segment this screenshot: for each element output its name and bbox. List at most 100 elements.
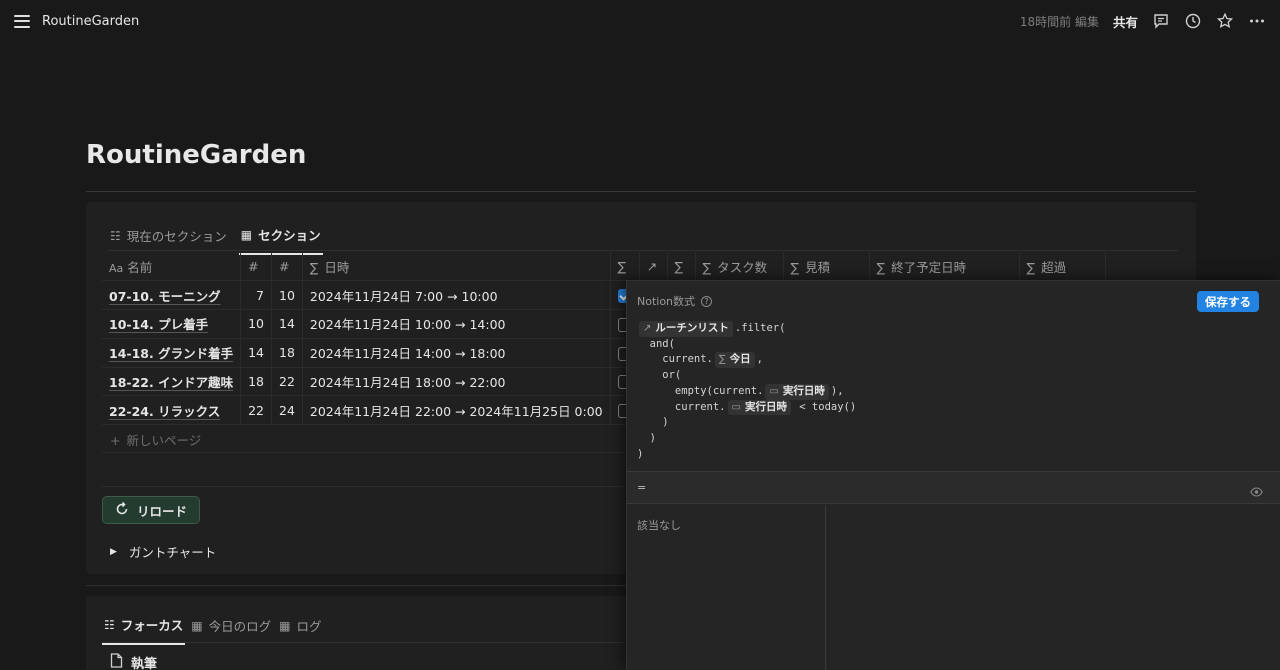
eye-icon[interactable] <box>1250 482 1263 501</box>
code-text: current. <box>637 400 726 413</box>
list-icon: ☷ <box>104 617 115 632</box>
row-name[interactable]: 10-14. プレ着手 <box>102 309 242 339</box>
tab-label: フォーカス <box>120 618 184 633</box>
row-name[interactable]: 14-18. グランド着手 <box>102 338 242 368</box>
row-start[interactable]: 18 <box>240 367 272 397</box>
code-line: ) <box>637 447 644 460</box>
edited-timestamp[interactable]: 18時間前 編集 <box>1020 13 1099 30</box>
code-line: and( <box>637 337 675 350</box>
document-icon <box>110 653 123 670</box>
calendar-icon: ▭ <box>769 385 779 397</box>
favorite-star-icon[interactable] <box>1216 12 1234 30</box>
relation-arrow-icon: ↗ <box>643 323 652 334</box>
formula-code-editor[interactable]: ↗ ルーチンリスト .filter( and( current. ∑ 今日, or( e… <box>637 321 856 462</box>
plus-icon: + <box>110 433 121 448</box>
col-label: 見積 <box>805 259 831 275</box>
code-line: current. ∑ 今日, <box>637 352 856 369</box>
col-header-over[interactable]: ∑ 超過 <box>1019 252 1106 282</box>
row-end[interactable]: 22 <box>271 367 303 397</box>
equals-sign: = <box>637 481 647 494</box>
title-divider <box>86 191 1196 192</box>
row-start[interactable]: 22 <box>240 395 272 426</box>
col-header-sigma[interactable]: ∑ <box>610 252 640 282</box>
col-header-tasks[interactable]: ∑ タスク数 <box>695 252 784 282</box>
more-options-icon[interactable] <box>1248 12 1266 30</box>
row-name[interactable]: 18-22. インドア趣味 <box>102 367 242 397</box>
comment-icon[interactable] <box>1152 12 1170 30</box>
formula-icon: ∑ <box>790 259 800 275</box>
formula-icon: ∑ <box>1026 259 1036 275</box>
formula-sigma-icon: ∑ <box>718 354 726 366</box>
col-label: 超過 <box>1041 259 1067 275</box>
row-end[interactable]: 10 <box>271 280 303 311</box>
formula-header: Notion数式 ? <box>637 293 713 309</box>
row-datetime[interactable]: 2024年11月24日 7:00 → 10:00 <box>302 280 611 311</box>
no-results-text: 該当なし <box>637 519 681 532</box>
code-line: ) <box>637 416 669 429</box>
col-header-sigma-2[interactable]: ∑ <box>667 252 696 282</box>
row-datetime[interactable]: 2024年11月24日 14:00 → 18:00 <box>302 338 611 368</box>
list-item-label: 執筆 <box>131 657 158 670</box>
list-item[interactable]: 執筆 <box>110 653 157 670</box>
tab-today-log[interactable]: ▦ 今日のログ <box>189 612 273 645</box>
row-name[interactable]: 07-10. モーニング <box>102 280 242 311</box>
code-line: current. ▭ 実行日時 < today() <box>637 399 857 416</box>
col-label: 日時 <box>324 259 350 275</box>
gantt-toggle[interactable]: ▶ ガントチャート <box>110 542 216 561</box>
row-start[interactable]: 14 <box>240 338 272 368</box>
code-text: .filter( <box>734 322 786 334</box>
code-line: ) <box>637 431 656 444</box>
code-text: , <box>756 353 763 366</box>
col-header-end[interactable]: # <box>271 252 303 282</box>
col-header-end-time[interactable]: ∑ 終了予定日時 <box>869 252 1020 282</box>
save-button[interactable]: 保存する <box>1197 291 1259 312</box>
header-row: Aa 名前 # # ∑ 日時 ∑ ↗ ∑ ∑ タスク数 ∑ 見積 ∑ 終了予定日時 ∑ 超過 <box>102 252 1106 282</box>
tab-label: 今日のログ <box>208 619 272 634</box>
reload-label: リロード <box>137 503 188 519</box>
col-header-start[interactable]: # <box>240 252 272 282</box>
top-right-actions: 18時間前 編集 共有 <box>1020 0 1266 42</box>
reload-button[interactable]: リロード <box>102 496 201 524</box>
share-button[interactable]: 共有 <box>1113 12 1138 31</box>
formula-icon: ∑ <box>309 259 319 275</box>
help-icon[interactable]: ? <box>701 295 713 307</box>
row-datetime[interactable]: 2024年11月24日 22:00 → 2024年11月25日 0:00 <box>302 395 611 426</box>
col-header-relation[interactable]: ↗ <box>639 252 668 282</box>
new-page-button[interactable]: + 新しいページ <box>110 430 201 449</box>
menu-icon[interactable] <box>14 14 30 28</box>
col-header-name[interactable]: Aa 名前 <box>102 252 242 282</box>
history-icon[interactable] <box>1184 12 1202 30</box>
col-label: タスク数 <box>717 259 768 275</box>
tab-label: 現在のセクション <box>126 229 227 244</box>
row-start[interactable]: 10 <box>240 309 272 339</box>
code-line: empty(current. ▭ 実行日時), <box>637 383 856 400</box>
chip-label: 実行日時 <box>782 384 825 397</box>
row-end[interactable]: 18 <box>271 338 303 368</box>
code-text: current. <box>637 353 713 366</box>
tab-focus[interactable]: ☷ フォーカス <box>102 612 186 645</box>
col-header-datetime[interactable]: ∑ 日時 <box>302 252 611 282</box>
panel-divider <box>825 505 826 670</box>
row-start[interactable]: 7 <box>240 280 272 311</box>
tab-log[interactable]: ▦ ログ <box>277 612 323 645</box>
table-icon: ▦ <box>191 618 203 633</box>
code-text: empty(current. <box>637 384 764 397</box>
triangle-right-icon[interactable]: ▶ <box>110 547 117 557</box>
row-name[interactable]: 22-24. リラックス <box>102 395 242 426</box>
table-icon: ▦ <box>279 618 291 633</box>
row-datetime[interactable]: 2024年11月24日 10:00 → 14:00 <box>302 309 611 339</box>
formula-icon: ∑ <box>702 259 712 275</box>
code-text: < today() <box>792 400 857 413</box>
chip-label: 今日 <box>729 353 751 366</box>
breadcrumb[interactable]: RoutineGarden <box>42 14 139 29</box>
tab-label: セクション <box>258 228 321 243</box>
col-header-estimate[interactable]: ∑ 見積 <box>783 252 870 282</box>
gantt-label: ガントチャート <box>128 545 217 560</box>
col-label: 終了予定日時 <box>891 259 967 275</box>
relation-chip: ↗ ルーチンリスト <box>639 321 733 337</box>
row-datetime[interactable]: 2024年11月24日 18:00 → 22:00 <box>302 367 611 397</box>
page-title[interactable]: RoutineGarden <box>86 140 306 170</box>
row-end[interactable]: 24 <box>271 395 303 426</box>
row-end[interactable]: 14 <box>271 309 303 339</box>
text-prop-icon: Aa <box>109 261 124 275</box>
